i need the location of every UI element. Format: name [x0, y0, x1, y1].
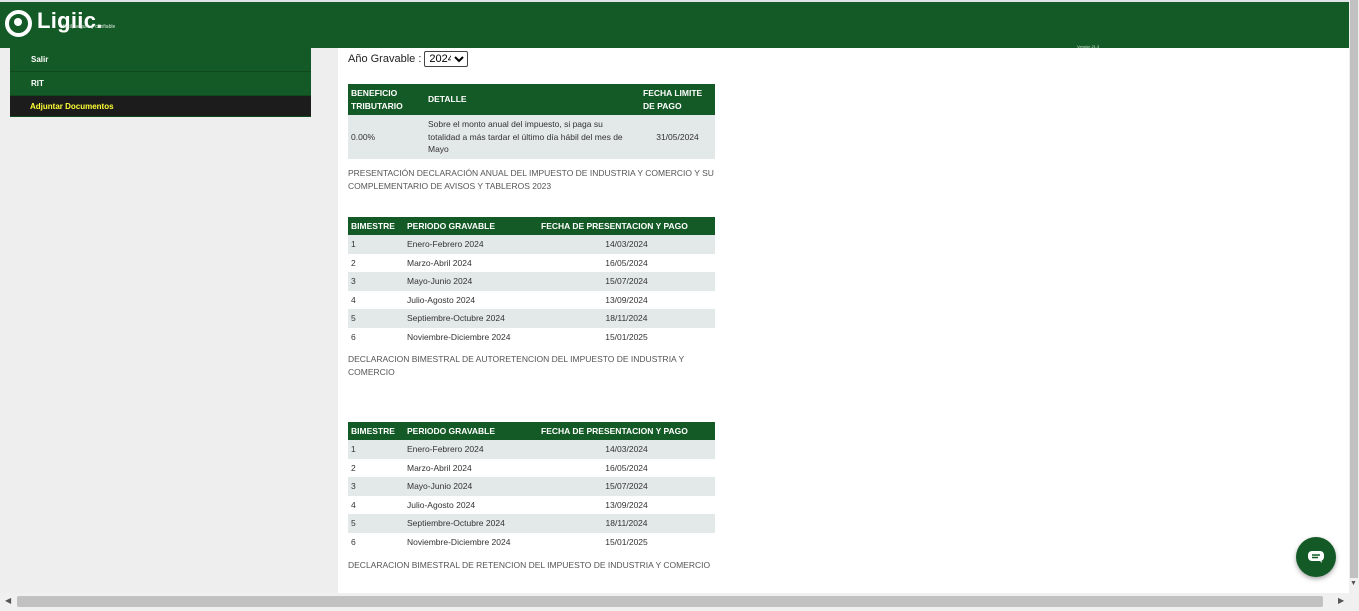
autoretencion-table-note: DECLARACION BIMESTRAL DE AUTORETENCION D… — [348, 354, 684, 377]
vertical-scrollbar[interactable]: ▼ — [1349, 0, 1359, 593]
column-header-fecha: FECHA DE PRESENTACION Y PAGO — [538, 422, 715, 440]
cell-periodo: Septiembre-Octubre 2024 — [404, 309, 538, 328]
table-header-row: BIMESTRE PERIODO GRAVABLE FECHA DE PRESE… — [348, 217, 715, 235]
table-row: 5 Septiembre-Octubre 2024 18/11/2024 — [348, 309, 715, 328]
table-header-row: BIMESTRE PERIODO GRAVABLE FECHA DE PRESE… — [348, 422, 715, 440]
table-header-row: BENEFICIO TRIBUTARIO DETALLE FECHA LIMIT… — [348, 84, 715, 115]
cell-periodo: Noviembre-Diciembre 2024 — [404, 532, 538, 551]
scroll-right-arrow-icon[interactable]: ▶ — [1338, 596, 1344, 605]
cell-detalle: Sobre el monto anual del impuesto, si pa… — [425, 115, 640, 159]
column-header-beneficio: BENEFICIO TRIBUTARIO — [348, 84, 425, 115]
app-root: Ligiic. fácil, seguro y confiable Versió… — [0, 0, 1359, 611]
table-row: 2 Marzo-Abril 2024 16/05/2024 — [348, 458, 715, 477]
sidebar-item-salir[interactable]: Salir — [10, 48, 311, 72]
table-row: 4 Julio-Agosto 2024 13/09/2024 — [348, 495, 715, 514]
column-header-bimestre: BIMESTRE — [348, 217, 404, 235]
vertical-scrollbar-thumb[interactable] — [1350, 0, 1358, 578]
chat-icon — [1308, 551, 1324, 563]
cell-bimestre: 3 — [348, 477, 404, 496]
table-row: 6 Noviembre-Diciembre 2024 15/01/2025 — [348, 532, 715, 551]
cell-fecha: 15/01/2025 — [538, 327, 715, 346]
column-header-periodo: PERIODO GRAVABLE — [404, 217, 538, 235]
cell-bimestre: 6 — [348, 327, 404, 346]
table-row: 2 Marzo-Abril 2024 16/05/2024 — [348, 253, 715, 272]
cell-fecha: 15/01/2025 — [538, 532, 715, 551]
logo-tagline: fácil, seguro y confiable — [63, 24, 116, 30]
cell-fecha: 14/03/2024 — [538, 440, 715, 459]
cell-periodo: Julio-Agosto 2024 — [404, 290, 538, 309]
column-header-detalle: DETALLE — [425, 84, 640, 115]
cell-periodo: Marzo-Abril 2024 — [404, 253, 538, 272]
table-row: 1 Enero-Febrero 2024 14/03/2024 — [348, 235, 715, 254]
header-bar: Ligiic. fácil, seguro y confiable Versió… — [0, 2, 1349, 49]
retencion-table: BIMESTRE PERIODO GRAVABLE FECHA DE PRESE… — [348, 422, 715, 551]
cell-fecha: 18/11/2024 — [538, 514, 715, 533]
autoretencion-table: BIMESTRE PERIODO GRAVABLE FECHA DE PRESE… — [348, 217, 715, 346]
logo-text: Ligiic. — [37, 8, 103, 33]
cell-periodo: Septiembre-Octubre 2024 — [404, 514, 538, 533]
cell-bimestre: 5 — [348, 309, 404, 328]
cell-bimestre: 2 — [348, 458, 404, 477]
cell-fecha: 16/05/2024 — [538, 458, 715, 477]
cell-bimestre: 3 — [348, 272, 404, 291]
cell-fecha: 13/09/2024 — [538, 495, 715, 514]
sidebar: Salir RIT Adjuntar Documentos — [0, 48, 338, 593]
year-filter-label: Año Gravable : — [348, 53, 422, 65]
cell-periodo: Mayo-Junio 2024 — [404, 477, 538, 496]
table-row: 3 Mayo-Junio 2024 15/07/2024 — [348, 477, 715, 496]
logo-icon — [5, 10, 32, 37]
cell-periodo: Noviembre-Diciembre 2024 — [404, 327, 538, 346]
cell-periodo: Enero-Febrero 2024 — [404, 440, 538, 459]
table-row: 5 Septiembre-Octubre 2024 18/11/2024 — [348, 514, 715, 533]
sidebar-item-adjuntar-documentos[interactable]: Adjuntar Documentos — [10, 96, 311, 117]
chat-button[interactable] — [1296, 537, 1336, 577]
year-select[interactable]: 2024 — [424, 51, 469, 67]
cell-fecha: 16/05/2024 — [538, 253, 715, 272]
table-row: 4 Julio-Agosto 2024 13/09/2024 — [348, 290, 715, 309]
column-header-fecha-limite: FECHA LIMITE DE PAGO — [640, 84, 715, 115]
horizontal-scrollbar-thumb[interactable] — [17, 596, 1323, 607]
cell-fecha: 13/09/2024 — [538, 290, 715, 309]
cell-fecha: 15/07/2024 — [538, 477, 715, 496]
sidebar-item-rit[interactable]: RIT — [10, 72, 311, 96]
cell-bimestre: 1 — [348, 440, 404, 459]
cell-beneficio: 0.00% — [348, 115, 425, 159]
column-header-periodo: PERIODO GRAVABLE — [404, 422, 538, 440]
cell-bimestre: 4 — [348, 290, 404, 309]
column-header-fecha: FECHA DE PRESENTACION Y PAGO — [538, 217, 715, 235]
cell-periodo: Julio-Agosto 2024 — [404, 495, 538, 514]
main-content: Año Gravable : 2024 BENEFICIO TRIBUTARIO… — [338, 48, 1349, 593]
table-row: 6 Noviembre-Diciembre 2024 15/01/2025 — [348, 327, 715, 346]
cell-fecha: 18/11/2024 — [538, 309, 715, 328]
horizontal-scrollbar[interactable]: ◀ ▶ — [0, 593, 1359, 611]
cell-periodo: Enero-Febrero 2024 — [404, 235, 538, 254]
cell-bimestre: 5 — [348, 514, 404, 533]
cell-periodo: Mayo-Junio 2024 — [404, 272, 538, 291]
cell-bimestre: 4 — [348, 495, 404, 514]
cell-fecha: 14/03/2024 — [538, 235, 715, 254]
cell-periodo: Marzo-Abril 2024 — [404, 458, 538, 477]
sidebar-menu: Salir RIT Adjuntar Documentos — [10, 48, 311, 117]
cell-bimestre: 1 — [348, 235, 404, 254]
cell-bimestre: 6 — [348, 532, 404, 551]
table-row: 1 Enero-Febrero 2024 14/03/2024 — [348, 440, 715, 459]
scroll-down-arrow-icon[interactable]: ▼ — [1350, 580, 1357, 587]
benefit-table-note: PRESENTACIÓN DECLARACIÓN ANUAL DEL IMPUE… — [348, 168, 714, 191]
cell-fecha: 15/07/2024 — [538, 272, 715, 291]
scroll-left-arrow-icon[interactable]: ◀ — [5, 596, 11, 605]
table-row: 0.00% Sobre el monto anual del impuesto,… — [348, 115, 715, 159]
year-filter: Año Gravable : 2024 — [348, 51, 469, 67]
cell-fecha: 31/05/2024 — [640, 115, 715, 159]
column-header-bimestre: BIMESTRE — [348, 422, 404, 440]
benefit-table: BENEFICIO TRIBUTARIO DETALLE FECHA LIMIT… — [348, 84, 715, 159]
table-row: 3 Mayo-Junio 2024 15/07/2024 — [348, 272, 715, 291]
retencion-table-note: DECLARACION BIMESTRAL DE RETENCION DEL I… — [348, 560, 711, 570]
cell-bimestre: 2 — [348, 253, 404, 272]
